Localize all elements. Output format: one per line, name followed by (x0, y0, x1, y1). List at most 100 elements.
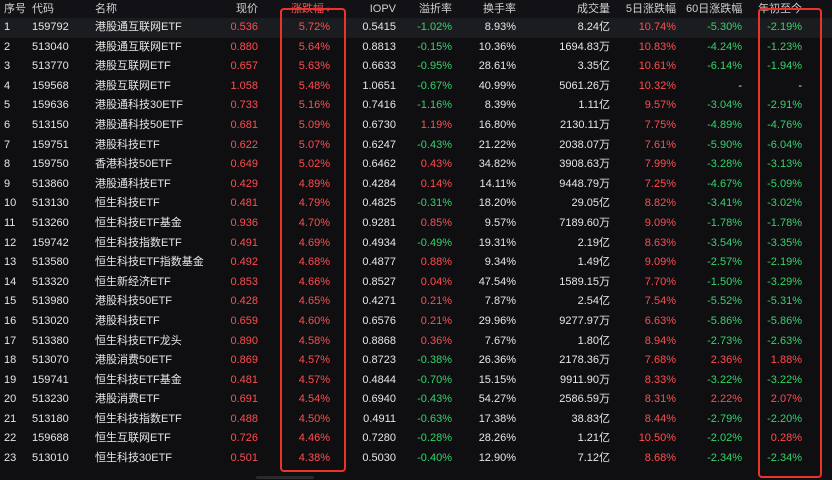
row-ytd-change: 2.07% (770, 393, 802, 406)
table-header: 序号 代码 名称 现价 涨跌幅 ▾ IOPV 溢折率 换手率 成交量 5日涨跌幅 … (0, 0, 832, 18)
row-iopv: 0.6247 (362, 138, 396, 151)
table-row[interactable]: 16 513020 港股科技ETF 0.659 4.60% 0.6576 0.21% 29.9… (0, 312, 832, 332)
row-5d-change: 8.44% (644, 412, 676, 425)
header-change-pct[interactable]: 涨跌幅 ▾ (280, 0, 330, 18)
table-row[interactable]: 10 513130 恒生科技ETF 0.481 4.79% 0.4825 -0.31% 18.… (0, 194, 832, 214)
table-row[interactable]: 20 513230 港股消费ETF 0.691 4.54% 0.6940 -0.43% 54.… (0, 390, 832, 410)
row-iopv: 0.5415 (362, 21, 396, 33)
header-index[interactable]: 序号 (4, 0, 28, 18)
row-volume: 3.35亿 (577, 60, 610, 73)
row-code: 513580 (32, 256, 69, 269)
table-row[interactable]: 14 513320 恒生新经济ETF 0.853 4.66% 0.8527 0.04% 47.… (0, 273, 832, 293)
table-row[interactable]: 12 159742 恒生科技指数ETF 0.491 4.69% 0.4934 -0.49% 1… (0, 234, 832, 254)
sort-desc-icon[interactable]: ▾ (326, 5, 330, 14)
row-index: 19 (4, 373, 17, 386)
table-row[interactable]: 9 513860 港股通科技ETF 0.429 4.89% 0.4284 0.14% 14.1… (0, 175, 832, 195)
row-60d-change: -2.02% (707, 432, 742, 445)
row-iopv: 0.4934 (362, 236, 396, 249)
row-premium: 0.85% (420, 216, 452, 229)
row-turnover: 47.54% (478, 275, 516, 288)
row-premium: -0.38% (417, 354, 452, 367)
row-turnover: 12.90% (478, 452, 516, 465)
row-ytd-change: -2.19% (767, 21, 802, 33)
row-iopv: 0.4825 (362, 197, 396, 210)
header-volume[interactable]: 成交量 (536, 0, 610, 18)
row-name: 恒生科技指数ETF (95, 412, 182, 425)
header-5d-change[interactable]: 5日涨跌幅 (620, 0, 676, 18)
row-iopv: 0.9281 (362, 216, 396, 229)
table-row[interactable]: 11 513260 恒生科技ETF基金 0.936 4.70% 0.9281 0.85% 9.… (0, 214, 832, 234)
row-turnover: 40.99% (478, 79, 516, 92)
row-ytd-change: -1.23% (767, 40, 802, 53)
row-60d-change: -3.28% (707, 158, 742, 171)
row-name: 港股通互联网ETF (95, 21, 182, 33)
table-row[interactable]: 21 513180 恒生科技指数ETF 0.488 4.50% 0.4911 -0.63% 1… (0, 410, 832, 430)
row-60d-change: -2.79% (707, 412, 742, 425)
row-ytd-change: -3.13% (767, 158, 802, 171)
row-premium: 0.04% (420, 275, 452, 288)
row-60d-change: -5.90% (707, 138, 742, 151)
table-row[interactable]: 6 513150 港股通科技50ETF 0.681 5.09% 0.6730 1.19% 16… (0, 116, 832, 136)
row-code: 513180 (32, 412, 69, 425)
row-iopv: 0.4844 (362, 373, 396, 386)
row-turnover: 10.36% (478, 40, 516, 53)
table-row[interactable]: 15 513980 港股科技50ETF 0.428 4.65% 0.4271 0.21% 7.… (0, 292, 832, 312)
row-ytd-change: 0.28% (770, 432, 802, 445)
row-code: 513130 (32, 197, 69, 210)
row-change-pct: 4.79% (298, 197, 330, 210)
row-volume: 1589.15万 (559, 275, 610, 288)
row-turnover: 17.38% (478, 412, 516, 425)
row-turnover: 16.80% (478, 118, 516, 131)
horizontal-scrollbar[interactable] (256, 476, 314, 479)
row-index: 21 (4, 412, 17, 425)
row-5d-change: 10.61% (638, 60, 676, 73)
row-change-pct: 4.57% (298, 354, 330, 367)
header-ytd-change[interactable]: 年初至今 (752, 0, 802, 18)
header-iopv[interactable]: IOPV (350, 0, 396, 18)
row-60d-change: -5.52% (707, 295, 742, 308)
row-price: 0.492 (230, 256, 258, 269)
table-row[interactable]: 1 159792 港股通互联网ETF 0.536 5.72% 0.5415 -1.02% 8.… (0, 18, 832, 38)
table-row[interactable]: 23 513010 恒生科技30ETF 0.501 4.38% 0.5030 -0.40% 1… (0, 449, 832, 469)
table-row[interactable]: 7 159751 港股科技ETF 0.622 5.07% 0.6247 -0.43% 21.2… (0, 136, 832, 156)
row-code: 513010 (32, 452, 69, 465)
table-row[interactable]: 22 159688 恒生互联网ETF 0.726 4.46% 0.7280 -0.28% 28… (0, 429, 832, 449)
table-row[interactable]: 19 159741 恒生科技ETF基金 0.481 4.57% 0.4844 -0.70% 1… (0, 371, 832, 391)
row-name: 港股科技ETF (95, 314, 160, 327)
row-60d-change: - (738, 79, 742, 92)
row-iopv: 0.6576 (362, 314, 396, 327)
table-row[interactable]: 2 513040 港股通互联网ETF 0.880 5.64% 0.8813 -0.15% 10… (0, 38, 832, 58)
header-turnover[interactable]: 换手率 (466, 0, 516, 18)
header-price[interactable]: 现价 (220, 0, 258, 18)
row-60d-change: -3.22% (707, 373, 742, 386)
row-change-pct: 5.16% (298, 99, 330, 112)
row-price: 0.429 (230, 177, 258, 190)
table-row[interactable]: 3 513770 港股互联网ETF 0.657 5.63% 0.6633 -0.95% 28.… (0, 57, 832, 77)
header-premium[interactable]: 溢折率 (406, 0, 452, 18)
row-volume: 38.83亿 (571, 412, 610, 425)
table-row[interactable]: 8 159750 香港科技50ETF 0.649 5.02% 0.6462 0.43% 34.… (0, 155, 832, 175)
header-name[interactable]: 名称 (95, 0, 235, 18)
table-row[interactable]: 5 159636 港股通科技30ETF 0.733 5.16% 0.7416 -1.16% 8… (0, 96, 832, 116)
row-change-pct: 4.50% (298, 412, 330, 425)
row-iopv: 0.4284 (362, 177, 396, 190)
row-5d-change: 7.75% (644, 118, 676, 131)
row-5d-change: 8.33% (644, 373, 676, 386)
row-name: 港股科技ETF (95, 138, 160, 151)
header-code[interactable]: 代码 (32, 0, 88, 18)
table-row[interactable]: 18 513070 港股消费50ETF 0.869 4.57% 0.8723 -0.38% 2… (0, 351, 832, 371)
header-60d-change[interactable]: 60日涨跌幅 (686, 0, 742, 18)
row-turnover: 28.26% (478, 432, 516, 445)
row-price: 0.936 (230, 216, 258, 229)
row-5d-change: 8.63% (644, 236, 676, 249)
table-row[interactable]: 17 513380 恒生科技ETF龙头 0.890 4.58% 0.8868 0.36% 7.… (0, 332, 832, 352)
table-row[interactable]: 4 159568 港股互联网ETF 1.058 5.48% 1.0651 -0.67% 40.… (0, 77, 832, 97)
row-volume: 7189.60万 (559, 216, 610, 229)
row-5d-change: 10.83% (638, 40, 676, 53)
row-volume: 7.12亿 (577, 452, 610, 465)
row-index: 2 (4, 40, 11, 53)
row-premium: 0.21% (420, 314, 452, 327)
row-turnover: 19.31% (478, 236, 516, 249)
row-volume: 2038.07万 (559, 138, 610, 151)
table-row[interactable]: 13 513580 恒生科技ETF指数基金 0.492 4.68% 0.4877 0.88%… (0, 253, 832, 273)
